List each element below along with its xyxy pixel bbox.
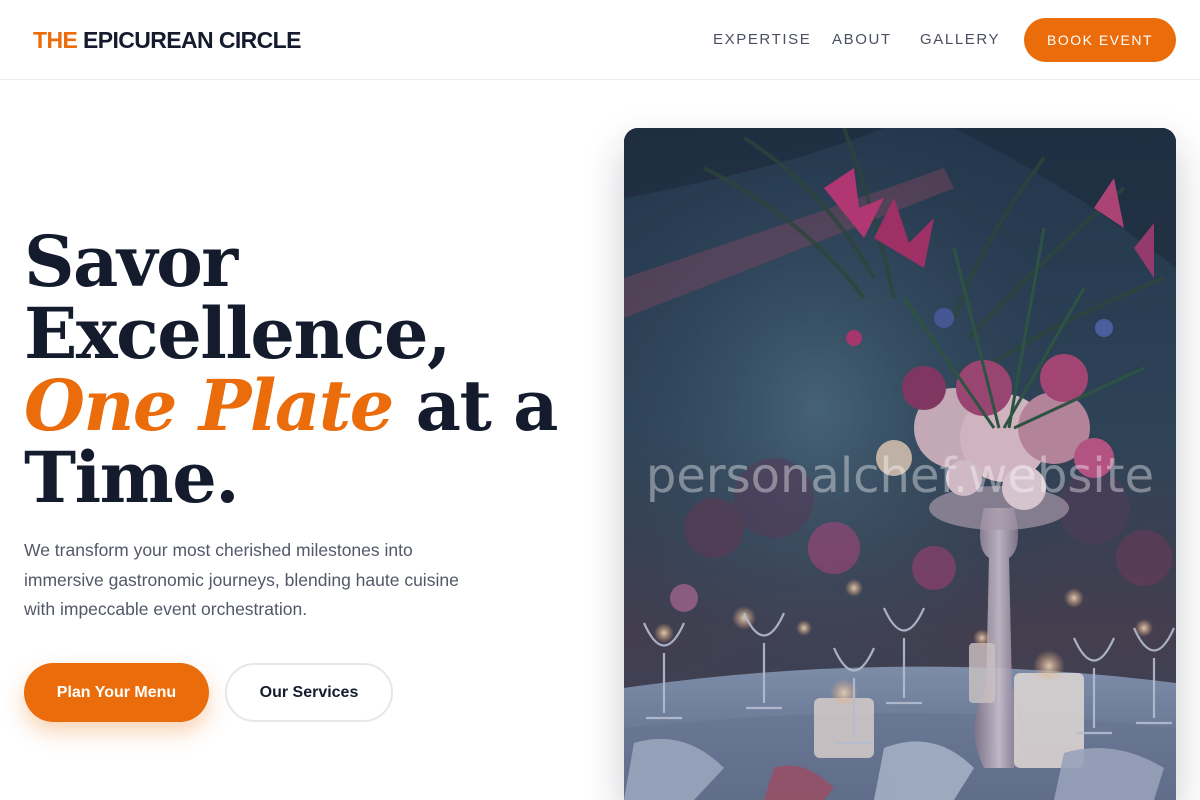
nav-link-about[interactable]: ABOUT	[832, 31, 892, 49]
headline-line-3: One Plate at a	[24, 370, 559, 442]
book-event-button[interactable]: BOOK EVENT	[1024, 18, 1176, 62]
headline-emphasis: One Plate	[24, 364, 394, 447]
brand-prefix: THE	[33, 27, 78, 53]
nav-link-gallery[interactable]: GALLERY	[920, 31, 1000, 49]
hero-description: We transform your most cherished milesto…	[24, 540, 459, 619]
plan-your-menu-button[interactable]: Plan Your Menu	[24, 663, 209, 722]
our-services-button[interactable]: Our Services	[225, 663, 393, 722]
image-watermark: personalchef.website	[645, 448, 1155, 504]
headline-line-4: Time.	[24, 436, 240, 519]
nav-link-expertise[interactable]: EXPERTISE	[713, 31, 811, 49]
headline-line-1: Savor	[24, 220, 238, 303]
hero-image: personalchef.website	[624, 128, 1176, 800]
headline-line-3-rest: at a	[392, 364, 559, 447]
headline-line-2: Excellence,	[24, 292, 451, 375]
hero-headline: Savor Excellence, One Plate at a Time.	[24, 220, 559, 519]
brand-logo[interactable]: THE EPICUREAN CIRCLE	[33, 27, 301, 53]
brand-name: EPICUREAN CIRCLE	[77, 27, 301, 53]
site-header: THE EPICUREAN CIRCLE EXPERTISE ABOUT GAL…	[0, 0, 1200, 80]
